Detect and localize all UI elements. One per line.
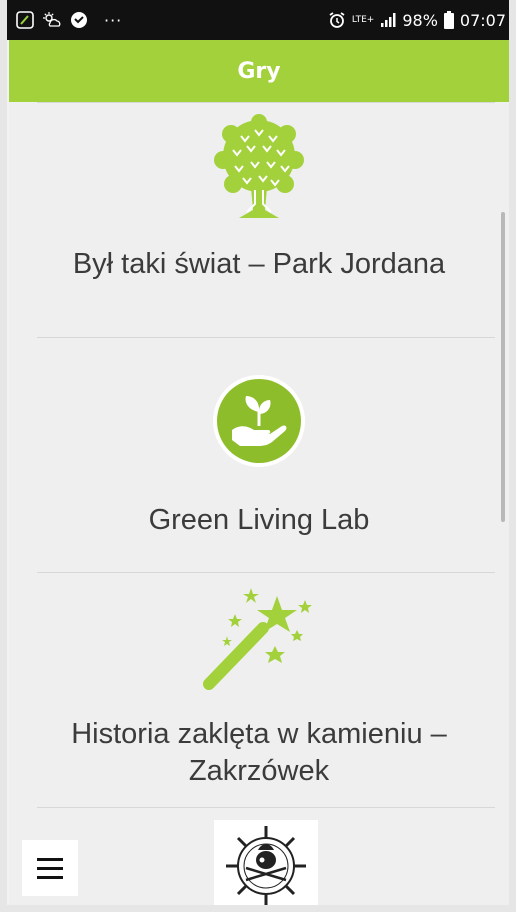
alarm-icon [329,12,345,28]
list-item-park-jordana[interactable]: Był taki świat – Park Jordana [9,114,509,283]
list-item-pirate-game[interactable] [214,820,318,912]
clock: 07:07 [459,10,506,30]
menu-button[interactable] [22,840,78,896]
magic-wand-icon [203,588,312,690]
chat-icon [71,12,87,28]
games-list: Był taki świat – Park Jordana Green Livi… [9,102,509,912]
signal-icon [381,13,396,27]
app-bar: Gry [9,40,509,102]
divider [37,102,495,103]
hamburger-icon-bar [37,857,63,861]
game-title: Był taki świat – Park Jordana [72,248,446,280]
scrollbar[interactable] [501,212,505,522]
battery-icon [443,11,454,29]
hamburger-icon-bar [37,875,63,879]
divider [37,337,495,338]
pirate-emblem-icon [226,826,306,906]
page-title: Gry [237,58,281,84]
status-bar: ··· LTE+ 98% 07:07 [0,0,516,40]
more-notifications: ··· [104,10,123,30]
status-right: LTE+ 98% 07:07 [328,11,506,30]
network-type: LTE+ [351,15,375,25]
divider [37,572,495,573]
list-item-green-living-lab[interactable]: Green Living Lab [9,374,509,539]
app-notification-icon [16,11,34,29]
plant-in-hand-icon [213,375,305,467]
list-item-zakrzowek[interactable]: Historia zaklęta w kamieniu – Zakrzówek [9,584,509,790]
weather-icon [43,12,61,27]
hamburger-icon-bar [37,866,63,870]
game-title: Historia zaklęta w kamieniu – Zakrzówek [71,718,447,787]
battery-percent: 98% [402,10,438,30]
status-left: ··· [16,11,122,30]
tree-icon [214,114,304,218]
game-title: Green Living Lab [148,504,370,536]
divider [37,807,495,808]
